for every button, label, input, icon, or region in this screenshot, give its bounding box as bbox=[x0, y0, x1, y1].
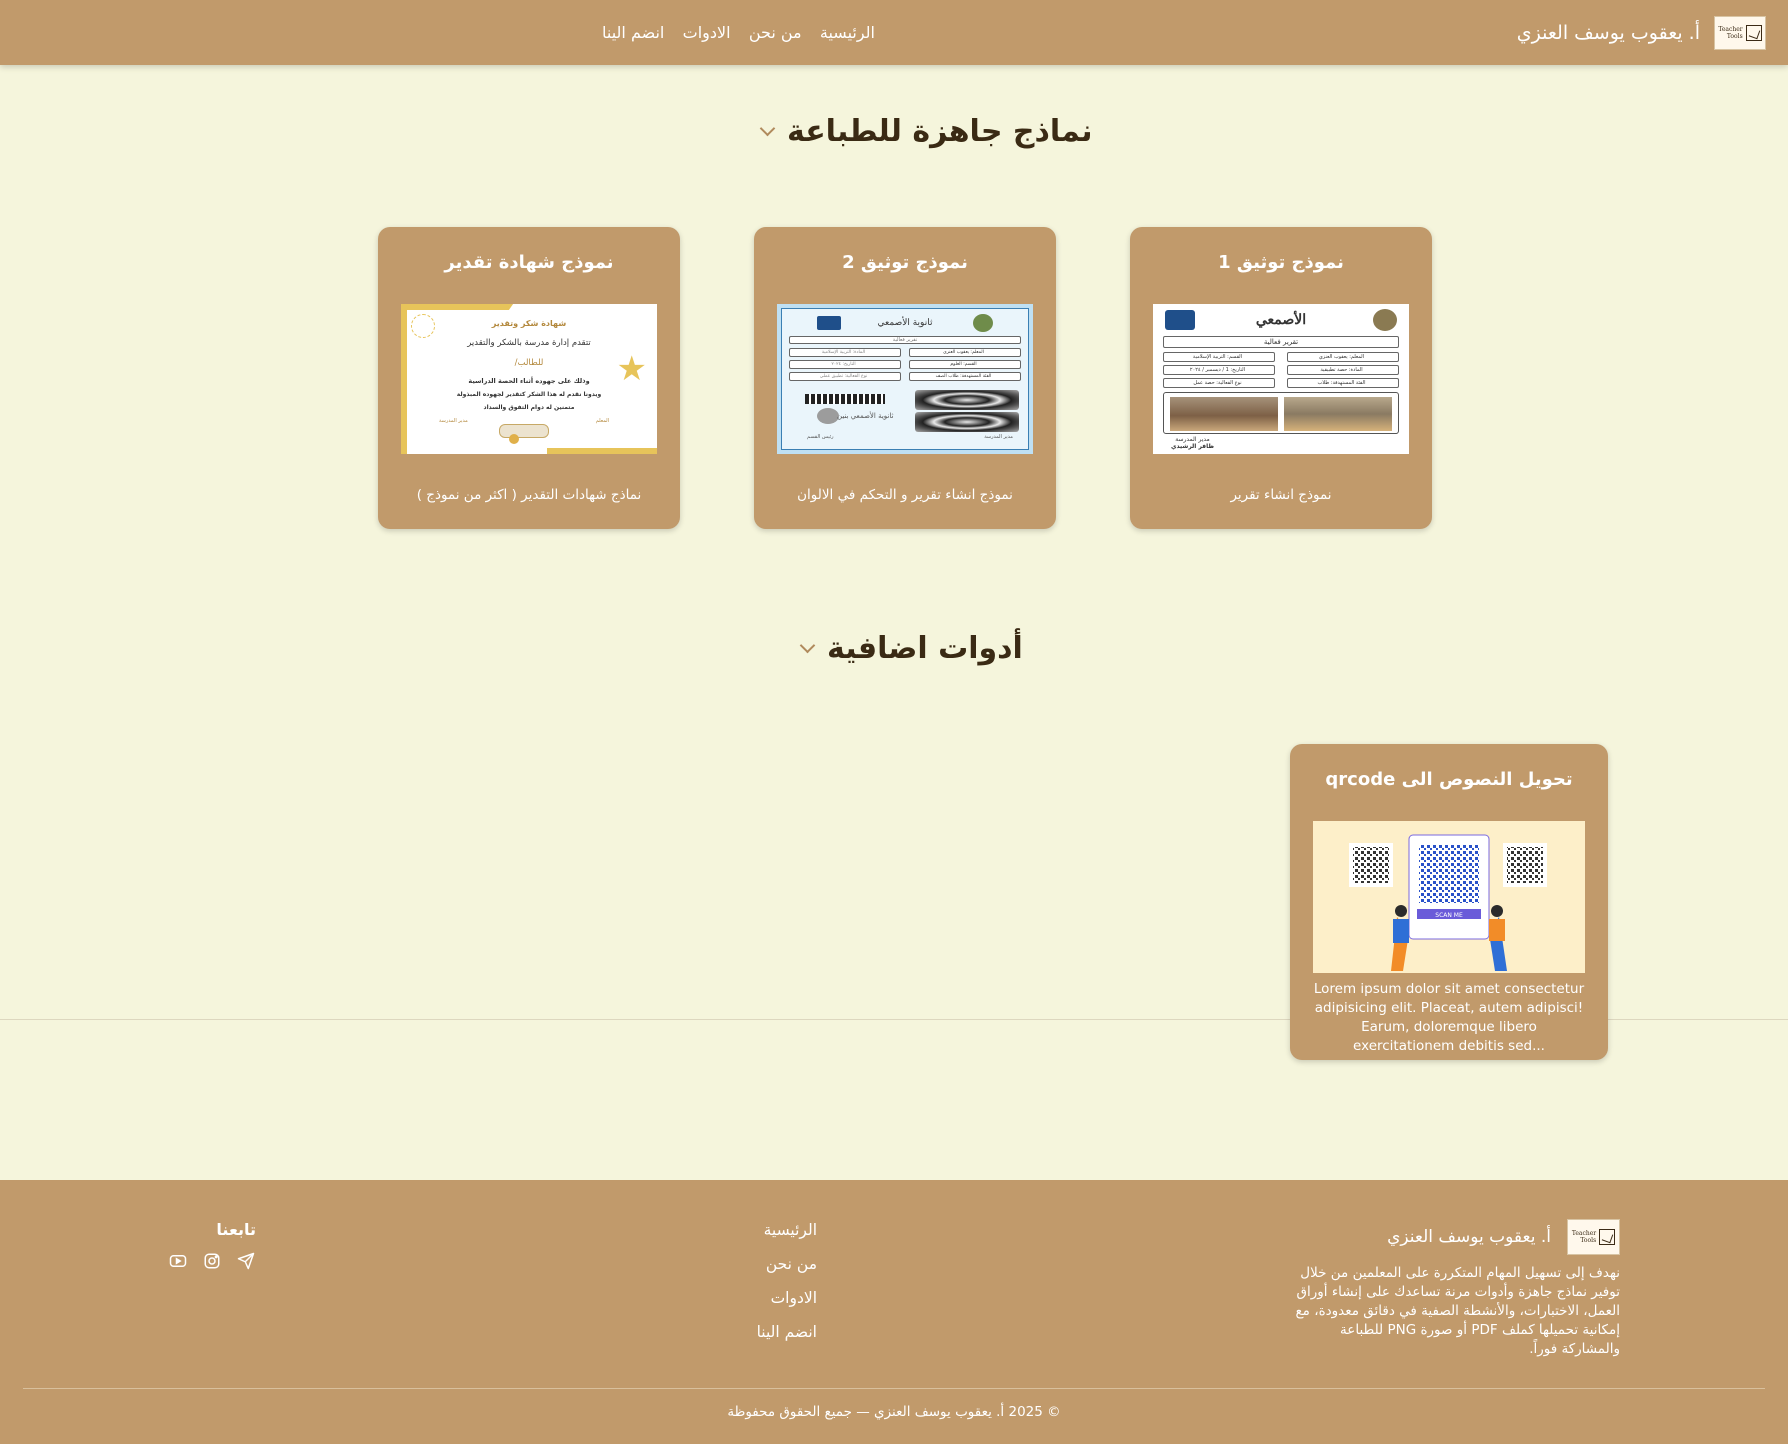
template-card-certificate[interactable]: نموذج شهادة تقدير ★ شهادة شكر وتقدير تتق… bbox=[378, 227, 680, 529]
nav-home[interactable]: الرئيسية bbox=[820, 23, 875, 42]
follow-title: تابعنا bbox=[216, 1220, 256, 1239]
card-title: نموذج توثيق 1 bbox=[1218, 252, 1344, 273]
extra-tools-section-heading[interactable]: أدوات اضافية bbox=[799, 631, 1023, 666]
nav-join[interactable]: انضم الينا bbox=[602, 23, 664, 42]
instagram-icon[interactable] bbox=[202, 1251, 222, 1271]
svg-text:SCAN ME: SCAN ME bbox=[1435, 912, 1463, 919]
card-description: نموذج انشاء تقرير bbox=[1230, 487, 1332, 503]
template-card-report-1[interactable]: نموذج توثيق 1 الأصمعي تقرير فعالية المعل… bbox=[1130, 227, 1432, 529]
brand[interactable]: Teacher Tools أ. يعقوب يوسف العنزي bbox=[1517, 16, 1766, 50]
footer-brand-name: أ. يعقوب يوسف العنزي bbox=[1387, 1227, 1551, 1247]
card-description: Lorem ipsum dolor sit amet consectetur a… bbox=[1313, 981, 1585, 1054]
social-icons bbox=[168, 1251, 256, 1271]
template-card-report-2[interactable]: نموذج توثيق 2 ثانوية الأصمعي تقرير فعالي… bbox=[754, 227, 1056, 529]
chevron-down-icon[interactable] bbox=[799, 637, 816, 654]
logo-mark-icon bbox=[1599, 1229, 1616, 1245]
footer-logo[interactable]: Teacher Tools bbox=[1567, 1219, 1620, 1255]
footer-links: الرئيسية من نحن الادوات انضم الينا bbox=[757, 1220, 817, 1356]
telegram-icon[interactable] bbox=[236, 1251, 256, 1271]
footer-link-about[interactable]: من نحن bbox=[757, 1254, 817, 1288]
footer-about-text: نهدف إلى تسهيل المهام المتكررة على المعل… bbox=[1295, 1265, 1621, 1357]
brand-name[interactable]: أ. يعقوب يوسف العنزي bbox=[1517, 22, 1700, 44]
tool-card-qrcode[interactable]: تحويل النصوص الى qrcode SCAN ME Lorem ip… bbox=[1290, 744, 1608, 1060]
report-template-1-image: الأصمعي تقرير فعالية المعلم: يعقوب العنز… bbox=[1153, 304, 1409, 454]
youtube-icon[interactable] bbox=[168, 1251, 188, 1271]
qrcode-scene-icon: SCAN ME bbox=[1313, 821, 1585, 973]
logo-text: Teacher Tools bbox=[1718, 26, 1743, 40]
footer-brand[interactable]: Teacher Tools أ. يعقوب يوسف العنزي bbox=[1387, 1219, 1620, 1255]
footer-link-join[interactable]: انضم الينا bbox=[757, 1322, 817, 1356]
nav-tools[interactable]: الادوات bbox=[683, 23, 731, 42]
section-title: أدوات اضافية bbox=[827, 631, 1023, 666]
site-header: Teacher Tools أ. يعقوب يوسف العنزي الرئي… bbox=[0, 0, 1788, 65]
certificate-template-image: ★ شهادة شكر وتقدير تتقدم إدارة مدرسة بال… bbox=[401, 304, 657, 454]
footer-follow: تابعنا bbox=[168, 1220, 256, 1271]
report-template-2-image: ثانوية الأصمعي تقرير فعالية المعلم: يعقو… bbox=[777, 304, 1033, 454]
card-description: نماذج شهادات التقدير ( اكثر من نموذج ) bbox=[416, 487, 642, 503]
footer-link-tools[interactable]: الادوات bbox=[757, 1288, 817, 1322]
card-title: نموذج توثيق 2 bbox=[842, 252, 968, 273]
qrcode-illustration: SCAN ME bbox=[1313, 821, 1585, 973]
card-description: نموذج انشاء تقرير و التحكم في الالوان bbox=[797, 487, 1013, 503]
section-title: نماذج جاهزة للطباعة bbox=[787, 114, 1093, 149]
footer-divider bbox=[23, 1388, 1765, 1389]
chevron-down-icon[interactable] bbox=[759, 120, 776, 137]
card-title: نموذج شهادة تقدير bbox=[444, 252, 614, 273]
nav-about[interactable]: من نحن bbox=[749, 23, 802, 42]
copyright: © 2025 أ. يعقوب يوسف العنزي — جميع الحقو… bbox=[727, 1404, 1061, 1420]
logo-mark-icon bbox=[1745, 25, 1762, 41]
footer-link-home[interactable]: الرئيسية bbox=[757, 1220, 817, 1254]
printable-section-heading[interactable]: نماذج جاهزة للطباعة bbox=[759, 114, 1093, 149]
site-logo[interactable]: Teacher Tools bbox=[1714, 16, 1766, 50]
main-nav: الرئيسية من نحن الادوات انضم الينا bbox=[602, 0, 875, 65]
logo-text: Teacher Tools bbox=[1571, 1230, 1597, 1244]
site-footer: Teacher Tools أ. يعقوب يوسف العنزي نهدف … bbox=[0, 1180, 1788, 1444]
card-title: تحويل النصوص الى qrcode bbox=[1325, 769, 1573, 790]
